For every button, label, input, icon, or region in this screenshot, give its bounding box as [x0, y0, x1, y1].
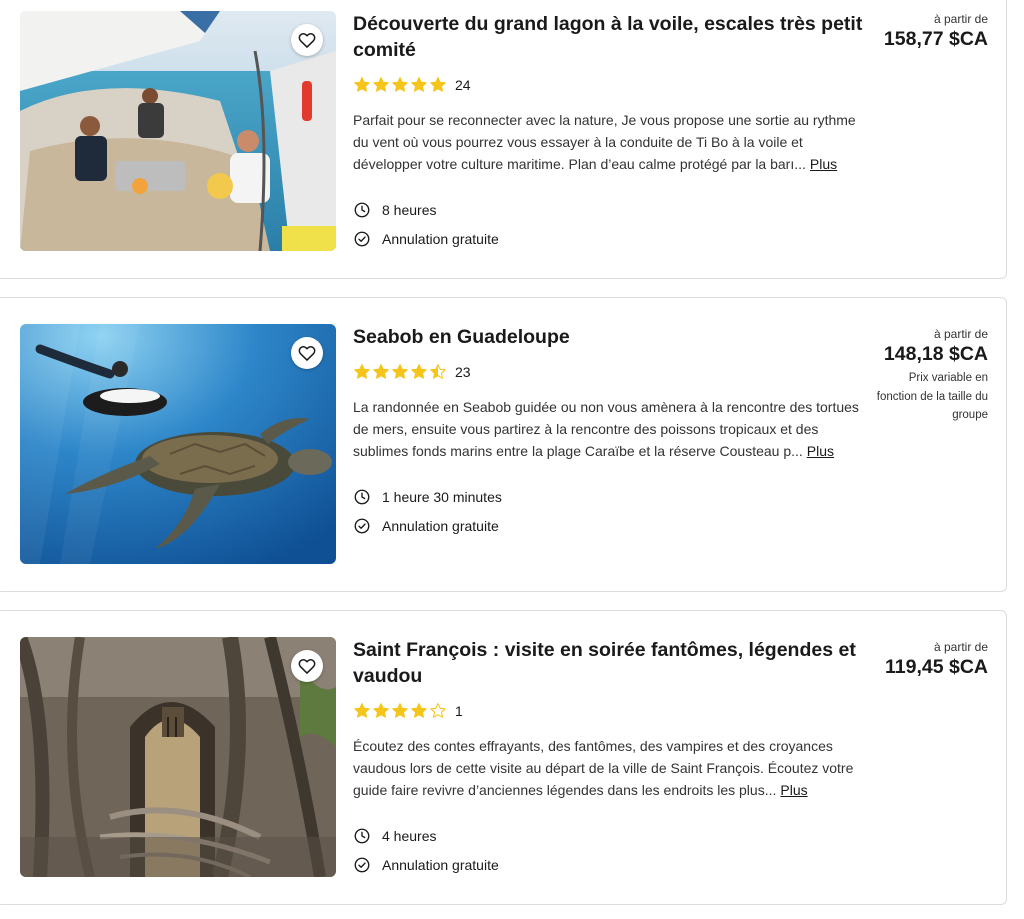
listing-title[interactable]: Saint François : visite en soirée fantôm… — [353, 637, 868, 689]
price-from-label: à partir de — [933, 327, 988, 341]
more-link[interactable]: Plus — [810, 156, 837, 172]
listing-card[interactable]: Saint François : visite en soirée fantôm… — [0, 610, 1007, 905]
heart-outline-icon — [298, 658, 316, 674]
check-circle-icon — [354, 231, 370, 246]
rating: 23 — [353, 362, 868, 382]
favorite-button[interactable] — [291, 650, 323, 682]
listing-image-ruins[interactable] — [20, 637, 336, 877]
features: 8 heures Annulation gratuite — [353, 195, 868, 253]
listing-description: Parfait pour se reconnecter avec la natu… — [353, 109, 868, 175]
clock-icon — [354, 828, 370, 843]
heart-outline-icon — [298, 32, 316, 48]
favorite-button[interactable] — [291, 24, 323, 56]
duration-text: 4 heures — [382, 827, 437, 844]
free-cancellation: Annulation gratuite — [353, 224, 868, 253]
cancellation-text: Annulation gratuite — [382, 517, 499, 534]
sailboat-photo — [20, 11, 336, 251]
star-icon — [411, 364, 427, 379]
price: 148,18 $CA — [883, 343, 988, 365]
check-circle-icon — [354, 857, 370, 872]
heart-outline-icon — [298, 345, 316, 361]
free-cancellation: Annulation gratuite — [353, 511, 868, 540]
check-circle-icon — [354, 518, 370, 533]
duration: 4 heures — [353, 821, 868, 850]
features: 1 heure 30 minutes Annulation gratuite — [353, 482, 868, 540]
duration: 8 heures — [353, 195, 868, 224]
description-text: Écoutez des contes effrayants, des fantô… — [353, 738, 854, 798]
price-from-label: à partir de — [933, 12, 988, 26]
rating: 1 — [353, 701, 868, 721]
seabob-turtle-photo — [20, 324, 336, 564]
star-icon — [373, 77, 389, 92]
duration-text: 8 heures — [382, 201, 437, 218]
duration-text: 1 heure 30 minutes — [382, 488, 502, 505]
listing-card[interactable]: Découverte du grand lagon à la voile, es… — [0, 0, 1007, 279]
star-icon — [392, 77, 408, 92]
cancellation-text: Annulation gratuite — [382, 856, 499, 873]
star-icon — [430, 364, 446, 379]
star-rating — [353, 702, 447, 720]
price-from-label: à partir de — [933, 640, 988, 654]
star-icon — [411, 77, 427, 92]
description-text: Parfait pour se reconnecter avec la natu… — [353, 112, 856, 172]
ruins-roots-photo — [20, 637, 336, 877]
clock-icon — [354, 202, 370, 217]
listing-image-sailboat[interactable] — [20, 11, 336, 251]
listing-title[interactable]: Découverte du grand lagon à la voile, es… — [353, 11, 868, 63]
features: 4 heures Annulation gratuite — [353, 821, 868, 879]
star-icon — [392, 364, 408, 379]
star-icon — [354, 77, 370, 92]
description-text: La randonnée en Seabob guidée ou non vou… — [353, 399, 859, 459]
listing-image-seabob[interactable] — [20, 324, 336, 564]
star-icon — [354, 703, 370, 718]
price-box: à partir de 158,77 $CA — [884, 11, 988, 51]
clock-icon — [354, 489, 370, 504]
star-icon — [392, 703, 408, 718]
rating: 24 — [353, 75, 868, 95]
review-count: 24 — [455, 77, 471, 93]
price: 119,45 $CA — [885, 656, 988, 678]
price: 158,77 $CA — [883, 28, 988, 50]
listing-card[interactable]: Seabob en Guadeloupe 23 La randonnée en … — [0, 297, 1007, 592]
review-count: 23 — [455, 364, 471, 380]
listing-title[interactable]: Seabob en Guadeloupe — [353, 324, 868, 350]
more-link[interactable]: Plus — [807, 443, 834, 459]
star-icon — [430, 703, 446, 718]
favorite-button[interactable] — [291, 337, 323, 369]
more-link[interactable]: Plus — [780, 782, 807, 798]
review-count: 1 — [455, 703, 463, 719]
star-icon — [411, 703, 427, 718]
cancellation-text: Annulation gratuite — [382, 230, 499, 247]
duration: 1 heure 30 minutes — [353, 482, 868, 511]
star-icon — [373, 703, 389, 718]
free-cancellation: Annulation gratuite — [353, 850, 868, 879]
listing-description: La randonnée en Seabob guidée ou non vou… — [353, 396, 868, 462]
price-box: à partir de 119,45 $CA — [885, 639, 988, 679]
listing-description: Écoutez des contes effrayants, des fantô… — [353, 735, 868, 801]
star-icon — [373, 364, 389, 379]
star-rating — [353, 363, 447, 381]
price-note: Prix variable en fonction de la taille d… — [876, 372, 988, 421]
star-rating — [353, 76, 447, 94]
price-box: à partir de 148,18 $CA Prix variable en … — [868, 326, 988, 425]
star-icon — [354, 364, 370, 379]
star-icon — [430, 77, 446, 92]
